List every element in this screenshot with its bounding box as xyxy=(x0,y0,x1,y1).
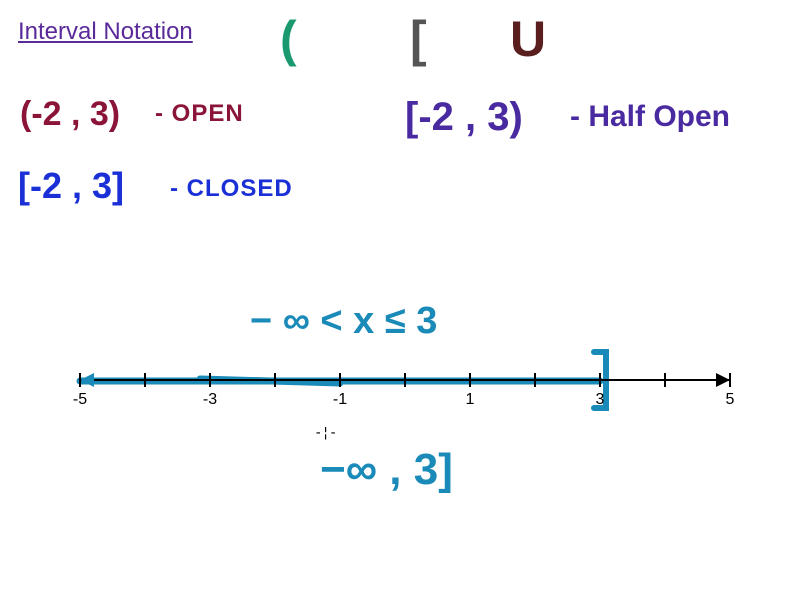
cursor-icon: -¦- xyxy=(314,425,336,441)
open-interval-label: - OPEN xyxy=(155,100,244,128)
svg-text:-3: -3 xyxy=(203,391,217,408)
open-bracket-symbol: [ xyxy=(410,10,427,68)
whiteboard: Interval Notation ( [ U (-2 , 3) - OPEN … xyxy=(0,0,800,600)
half-open-interval-label: - Half Open xyxy=(570,100,730,134)
svg-text:1: 1 xyxy=(466,391,475,408)
half-open-interval: [-2 , 3) xyxy=(405,95,523,140)
svg-text:-5: -5 xyxy=(73,391,87,408)
open-paren-symbol: ( xyxy=(280,10,297,68)
inequality-expression: − ∞ < x ≤ 3 xyxy=(250,300,437,343)
svg-text:-1: -1 xyxy=(333,391,347,408)
svg-text:5: 5 xyxy=(726,391,735,408)
open-interval: (-2 , 3) xyxy=(20,95,120,134)
svg-text:3: 3 xyxy=(596,391,605,408)
union-symbol: U xyxy=(510,10,546,68)
interval-answer: −∞ , 3] xyxy=(320,445,453,495)
closed-interval: [-2 , 3] xyxy=(18,165,124,207)
closed-interval-label: - CLOSED xyxy=(170,175,293,203)
page-title: Interval Notation xyxy=(18,18,193,46)
number-line: -5 -3 -1 1 3 5 xyxy=(0,340,800,460)
